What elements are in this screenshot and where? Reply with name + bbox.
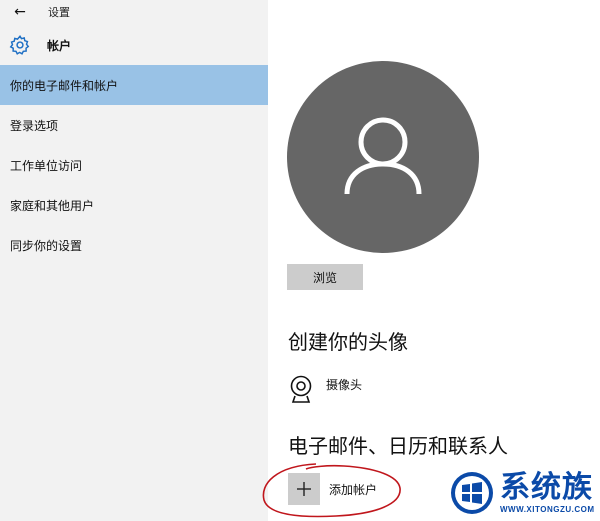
title-bar: ← 设置 [0,0,268,24]
browse-button[interactable]: 浏览 [287,264,363,290]
sidebar-item-sync-settings[interactable]: 同步你的设置 [0,225,268,265]
watermark-url: WWW.XITONGZU.COM [500,505,595,514]
avatar [287,61,479,253]
sidebar-item-family-and-other-users[interactable]: 家庭和其他用户 [0,185,268,225]
sidebar-nav: 你的电子邮件和帐户 登录选项 工作单位访问 家庭和其他用户 同步你的设置 [0,65,268,265]
sidebar-item-work-access[interactable]: 工作单位访问 [0,145,268,185]
back-arrow-icon: ← [14,4,26,20]
sidebar-item-label: 家庭和其他用户 [10,198,95,213]
email-calendar-contacts-heading: 电子邮件、日历和联系人 [288,434,508,458]
add-account-button[interactable]: 添加帐户 [288,473,377,505]
windows-logo-icon [451,471,493,514]
add-account-label: 添加帐户 [329,483,378,497]
sidebar-item-label: 工作单位访问 [10,158,83,173]
sidebar-item-sign-in-options[interactable]: 登录选项 [0,105,268,145]
gear-icon [8,33,32,57]
watermark-brand: 系统族 [500,470,593,505]
camera-option[interactable]: 摄像头 [288,374,362,406]
sidebar-item-label: 登录选项 [10,118,59,133]
sidebar-item-label: 你的电子邮件和帐户 [10,78,119,93]
page-header: 帐户 [0,30,268,60]
sidebar-item-label: 同步你的设置 [10,238,83,253]
sidebar-item-email-and-accounts[interactable]: 你的电子邮件和帐户 [0,65,268,105]
create-avatar-heading: 创建你的头像 [288,330,408,354]
window-title: 设置 [48,6,70,19]
user-silhouette-icon [344,117,422,195]
site-watermark: 系统族 WWW.XITONGZU.COM [450,464,600,521]
back-button[interactable]: ← [0,0,40,24]
watermark-text: 系统族 WWW.XITONGZU.COM [500,470,595,515]
page-title: 帐户 [47,38,72,53]
camera-label: 摄像头 [326,378,363,392]
webcam-icon [288,374,314,406]
sidebar-pane: ← 设置 帐户 你的电子邮件和帐户 登录选项 工作单位访问 家庭和其他用户 同步… [0,0,268,521]
plus-icon [288,473,320,505]
